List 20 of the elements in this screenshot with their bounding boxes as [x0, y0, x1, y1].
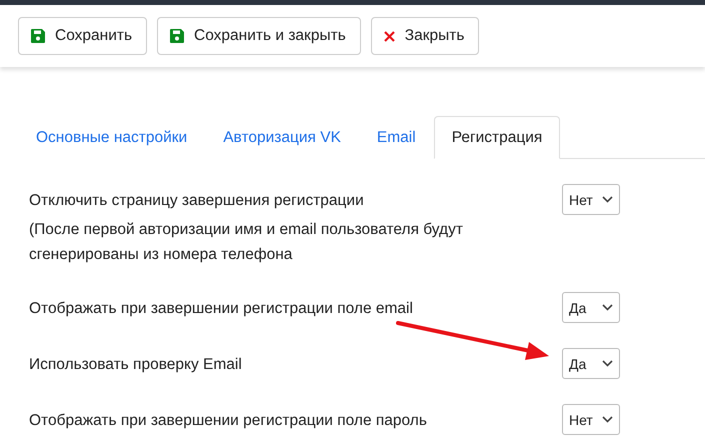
save-button[interactable]: Сохранить и закрыть — [157, 17, 361, 55]
save-icon — [170, 29, 184, 43]
save-icon — [31, 29, 45, 43]
chevron-down-icon — [602, 360, 613, 367]
setting-note: (После первой авторизации имя и email пользователя будут сгенерированы из номера телефона — [29, 220, 464, 265]
close-icon — [384, 30, 395, 42]
chevron-down-icon — [602, 304, 613, 311]
save-button[interactable]: Сохранить — [18, 17, 148, 55]
chevron-down-icon — [602, 416, 613, 423]
setting-label: Отображать при завершении регистрации поле email — [29, 299, 414, 319]
setting-label: Отображать при завершении регистрации поле пароль — [29, 411, 428, 431]
select-dropdown[interactable]: Нет — [562, 404, 620, 435]
close-button[interactable]: Закрыть — [370, 17, 480, 55]
select-dropdown[interactable]: Нет — [562, 184, 620, 215]
chevron-down-icon — [602, 196, 613, 203]
tab[interactable]: Регистрация — [434, 116, 560, 159]
setting-label: Использовать проверку Email — [29, 355, 243, 375]
select-dropdown[interactable]: Да — [562, 348, 620, 379]
setting-label: Отключить страницу завершения регистрации — [29, 191, 365, 211]
select-dropdown[interactable]: Да — [562, 292, 620, 323]
